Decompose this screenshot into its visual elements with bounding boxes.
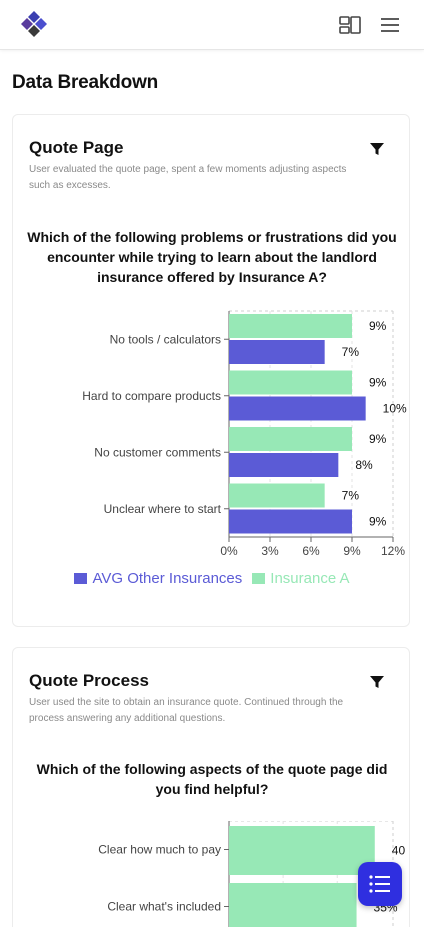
filter-icon[interactable] [369, 141, 385, 157]
table-of-contents-button[interactable] [358, 862, 402, 906]
x-tick-label: 6% [302, 544, 320, 555]
legend-swatch [74, 573, 88, 584]
category-label: Hard to compare products [82, 389, 221, 403]
card-description: User evaluated the quote page, spent a f… [29, 164, 347, 191]
card-description: User used the site to obtain an insuranc… [29, 697, 344, 724]
chart-question: Which of the following aspects of the qu… [36, 761, 388, 797]
diamond-logo-icon[interactable] [20, 10, 48, 38]
category-label: Clear how much to pay [98, 843, 221, 857]
bar [229, 509, 352, 534]
bar-value-label: 9% [369, 515, 387, 529]
bar [229, 883, 357, 927]
category-label: Unclear where to start [104, 502, 222, 516]
hamburger-menu-icon[interactable] [378, 14, 402, 36]
category-label: No customer comments [94, 445, 221, 459]
bar-value-label: 40 [392, 844, 406, 858]
bar-chart-quote-page: No tools / calculators 9% 7% Hard to compar… [82, 310, 407, 555]
bar [229, 483, 325, 508]
bar-value-label: 7% [342, 489, 360, 503]
category-label: Clear what's included [107, 900, 221, 914]
x-tick-label: 12% [381, 544, 405, 555]
quote-process-card: Quote Process User used the site to obta… [12, 647, 410, 927]
bar-value-label: 8% [355, 458, 373, 472]
x-tick-label: 3% [261, 544, 279, 555]
x-tick-label: 0% [220, 544, 238, 555]
legend-swatch [252, 573, 266, 584]
x-tick-label: 9% [343, 544, 361, 555]
bar [229, 314, 352, 338]
bar [229, 427, 352, 451]
chart-question: Which of the following problems or frust… [27, 229, 397, 285]
quote-page-card: Quote Page User evaluated the quote page… [12, 114, 410, 627]
bar-value-label: 9% [369, 376, 387, 390]
legend-label: AVG Other Insurances [92, 570, 243, 587]
legend-label: Insurance A [270, 570, 350, 587]
bar [229, 396, 366, 421]
top-bar [0, 0, 424, 50]
bar-value-label: 10% [383, 402, 407, 416]
chart-legend: AVG Other Insurances Insurance A [13, 570, 411, 587]
bar [229, 370, 352, 395]
legend-item-insurance-a[interactable]: Insurance A [252, 570, 350, 587]
page-title: Data Breakdown [12, 72, 159, 93]
bar-value-label: 7% [342, 345, 360, 359]
bar-value-label: 9% [369, 432, 387, 446]
legend-item-avg[interactable]: AVG Other Insurances [74, 570, 242, 587]
bar-value-label: 9% [369, 319, 387, 333]
bar [229, 340, 325, 364]
grid-layout-icon[interactable] [338, 14, 362, 36]
category-label: No tools / calculators [110, 332, 221, 346]
card-title: Quote Page [29, 138, 124, 157]
filter-icon[interactable] [369, 674, 385, 690]
bar [229, 453, 339, 477]
bar-chart-quote-process: Clear how much to pay 40 Clear what's incl… [98, 821, 406, 927]
card-title: Quote Process [29, 671, 149, 690]
list-icon [369, 875, 390, 893]
bar [229, 826, 375, 875]
